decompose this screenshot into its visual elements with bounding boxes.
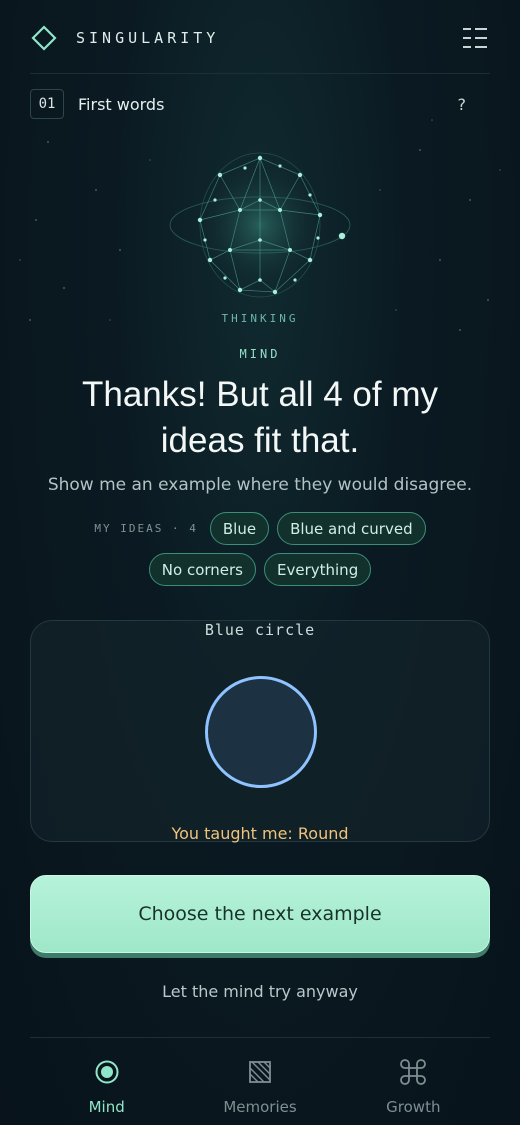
level-title: First words <box>78 94 165 114</box>
let-mind-try-link[interactable]: Let the mind try anyway <box>0 982 520 1001</box>
taught-label: You taught me: Round <box>171 824 349 843</box>
level-bar: 01 First words ? <box>30 89 490 119</box>
bottom-nav: Mind Memories Growth <box>30 1038 490 1125</box>
target-icon <box>89 1054 125 1090</box>
idea-chip[interactable]: Blue and curved <box>277 512 426 545</box>
memories-icon <box>242 1054 278 1090</box>
ideas-list: MY IDEAS · 4 Blue Blue and curved No cor… <box>40 512 480 586</box>
choose-next-example-button[interactable]: Choose the next example <box>30 875 490 953</box>
diamond-icon <box>30 24 58 52</box>
ideas-label: MY IDEAS · 4 <box>94 522 198 535</box>
mind-status: THINKING <box>221 312 299 325</box>
command-icon <box>395 1054 431 1090</box>
example-card: Blue circle You taught me: Round <box>30 620 490 843</box>
brand-name: SINGULARITY <box>76 29 220 47</box>
idea-chip[interactable]: Everything <box>264 553 372 586</box>
help-button[interactable]: ? <box>458 95 467 114</box>
app-header: SINGULARITY <box>30 18 490 58</box>
menu-button[interactable] <box>460 23 490 53</box>
nav-item-memories[interactable]: Memories <box>183 1038 336 1125</box>
nav-item-mind[interactable]: Mind <box>30 1038 183 1125</box>
nav-label: Memories <box>223 1098 297 1116</box>
menu-icon <box>463 28 487 48</box>
mind-prompt: Show me an example where they would disa… <box>47 475 473 495</box>
mind-message: Thanks! But all 4 of my ideas fit that. <box>82 375 438 460</box>
example-shape-circle <box>205 676 317 788</box>
speaker-label: MIND <box>239 347 281 361</box>
nav-label: Mind <box>88 1098 125 1116</box>
level-number: 01 <box>30 89 64 119</box>
nav-label: Growth <box>386 1098 441 1116</box>
mind-globe <box>169 152 351 298</box>
idea-chip[interactable]: Blue <box>209 512 270 545</box>
example-title: Blue circle <box>204 621 316 639</box>
nav-item-growth[interactable]: Growth <box>337 1038 490 1125</box>
header-divider <box>30 73 490 74</box>
idea-chip[interactable]: No corners <box>148 553 256 586</box>
